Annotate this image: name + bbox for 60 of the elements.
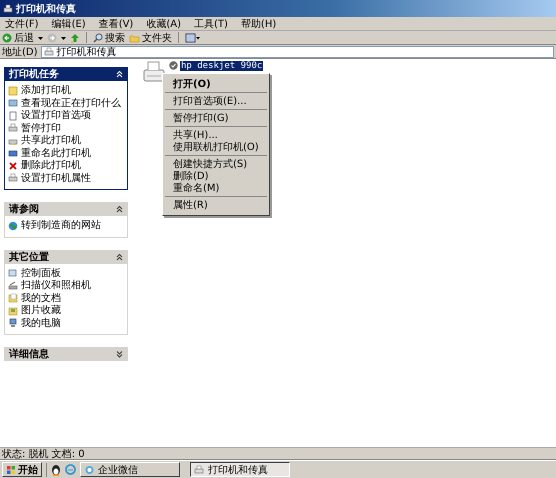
back-arrow-icon bbox=[2, 32, 12, 42]
penguin-icon[interactable] bbox=[51, 464, 61, 476]
task-link[interactable]: 共享此打印机 bbox=[8, 135, 124, 146]
menu-item[interactable]: 查看(V) bbox=[98, 16, 134, 30]
folder-icon bbox=[8, 293, 18, 304]
document-icon bbox=[8, 110, 18, 121]
start-button[interactable]: 开始 bbox=[2, 462, 42, 477]
task-link[interactable]: 设置打印机属性 bbox=[8, 172, 124, 184]
search-button[interactable]: 搜索 bbox=[93, 30, 125, 44]
task-link[interactable]: 我的文档 bbox=[8, 292, 124, 304]
forward-arrow-icon bbox=[47, 32, 57, 42]
taskbar-button[interactable]: 企业微信 bbox=[80, 462, 180, 477]
task-link[interactable]: 扫描仪和照相机 bbox=[8, 280, 124, 292]
task-link[interactable]: 控制面板 bbox=[8, 268, 124, 279]
taskbar-button[interactable]: 打印机和传真 bbox=[190, 462, 290, 477]
task-link[interactable]: 删除此打印机 bbox=[8, 160, 124, 172]
globe-icon bbox=[8, 220, 18, 231]
folders-button[interactable]: 文件夹 bbox=[129, 30, 172, 44]
panel-header[interactable]: 详细信息 bbox=[4, 347, 128, 361]
menu-item[interactable]: 编辑(E) bbox=[50, 16, 87, 30]
menu-item[interactable]: 帮助(H) bbox=[240, 16, 278, 30]
folder-icon bbox=[8, 306, 18, 316]
task-link[interactable]: 暂停打印 bbox=[8, 122, 124, 134]
task-link[interactable]: 设置打印首选项 bbox=[8, 110, 124, 122]
menu-item[interactable]: 打开(O) bbox=[165, 78, 267, 90]
collapse-chevron-icon[interactable] bbox=[116, 205, 123, 213]
menu-item[interactable]: 文件(F) bbox=[4, 16, 40, 30]
up-arrow-icon bbox=[70, 32, 80, 42]
menu-item[interactable]: 属性(R) bbox=[165, 199, 267, 211]
menu-item[interactable]: 删除(D) bbox=[165, 170, 267, 182]
collapse-chevron-icon[interactable] bbox=[116, 252, 123, 260]
printer-name[interactable]: hp deskjet 990c bbox=[180, 61, 264, 71]
windows-logo-icon bbox=[6, 464, 16, 474]
task-link[interactable]: 重命名此打印机 bbox=[8, 148, 124, 159]
menu-item[interactable]: 收藏(A) bbox=[145, 16, 182, 30]
expand-chevron-icon[interactable] bbox=[116, 350, 123, 358]
panel-header[interactable]: 其它位置 bbox=[4, 250, 128, 264]
panel-header[interactable]: 打印机任务 bbox=[4, 67, 128, 81]
task-link[interactable]: 图片收藏 bbox=[8, 305, 124, 316]
menu-item[interactable]: 打印首选项(E)... bbox=[165, 95, 267, 107]
menu-item[interactable]: 创建快捷方式(S) bbox=[165, 158, 267, 170]
delete-icon bbox=[8, 160, 18, 171]
menu-item[interactable]: 暂停打印(G) bbox=[165, 112, 267, 124]
back-button[interactable]: 后退 bbox=[2, 30, 34, 44]
task-link[interactable]: 添加打印机 bbox=[8, 85, 124, 96]
task-link[interactable]: 我的电脑 bbox=[8, 318, 124, 329]
search-icon bbox=[93, 32, 103, 42]
menu-item[interactable]: 共享(H)... bbox=[165, 129, 267, 141]
menu-item[interactable]: 工具(T) bbox=[193, 16, 229, 30]
window-title: 打印机和传真 bbox=[16, 2, 76, 16]
task-link[interactable]: 查看现在正在打印什么 bbox=[8, 98, 124, 109]
menu-item[interactable]: 重命名(M) bbox=[165, 182, 267, 194]
computer-icon bbox=[8, 318, 18, 328]
scanner-icon bbox=[8, 280, 18, 291]
panel-header[interactable]: 请参阅 bbox=[4, 202, 128, 216]
status-text: 状态: 脱机 文档: 0 bbox=[2, 448, 85, 460]
menu-item[interactable]: 使用联机打印机(O) bbox=[165, 141, 267, 153]
views-icon bbox=[185, 32, 201, 42]
address-field[interactable]: 打印机和传真 bbox=[40, 46, 554, 58]
address-label: 地址(D) bbox=[2, 46, 38, 58]
